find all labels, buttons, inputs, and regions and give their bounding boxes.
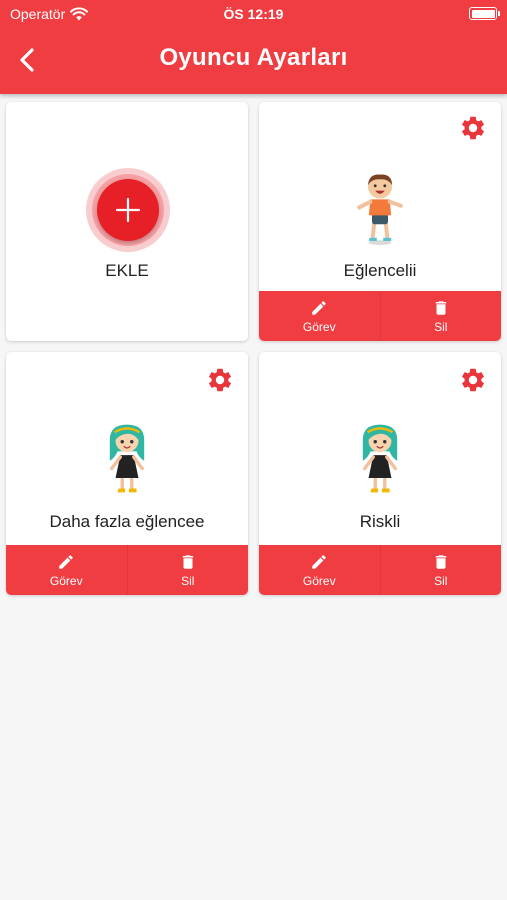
task-label: Görev xyxy=(302,573,336,588)
delete-button[interactable]: Sil xyxy=(379,291,502,341)
player-card: Daha fazla eğlencee Görev Sil xyxy=(6,352,248,595)
girl-avatar xyxy=(362,424,398,493)
task-button[interactable]: Görev xyxy=(6,545,127,595)
status-bar: Operatör ÖS 12:19 xyxy=(0,0,507,28)
player-name: Riskli xyxy=(359,512,401,531)
battery-icon xyxy=(469,7,500,20)
add-label: EKLE xyxy=(105,261,149,280)
player-name: Daha fazla eğlencee xyxy=(49,512,205,531)
gear-icon[interactable] xyxy=(206,366,234,394)
pencil-icon xyxy=(59,554,74,569)
add-player-card[interactable]: EKLE xyxy=(6,102,248,341)
player-card: Riskli Görev Sil xyxy=(259,352,501,595)
plus-icon xyxy=(115,197,141,223)
delete-button[interactable]: Sil xyxy=(126,545,249,595)
pencil-icon xyxy=(312,554,327,569)
player-actions: Görev Sil xyxy=(6,545,248,595)
delete-label: Sil xyxy=(434,319,448,334)
player-actions: Görev Sil xyxy=(259,545,501,595)
task-button[interactable]: Görev xyxy=(259,545,380,595)
page-title: Oyuncu Ayarları xyxy=(159,44,348,71)
delete-button[interactable]: Sil xyxy=(379,545,502,595)
player-name: Eğlencelii xyxy=(343,261,417,280)
app-header: Operatör ÖS 12:19 Oyuncu Ayarları xyxy=(0,0,507,94)
status-time: ÖS 12:19 xyxy=(223,6,284,22)
task-label: Görev xyxy=(302,319,336,334)
trash-icon xyxy=(435,554,446,569)
add-player-button[interactable] xyxy=(86,168,170,252)
delete-label: Sil xyxy=(434,573,448,588)
player-actions: Görev Sil xyxy=(259,291,501,341)
gear-icon[interactable] xyxy=(459,366,487,394)
gear-icon[interactable] xyxy=(459,114,487,142)
delete-label: Sil xyxy=(181,573,195,588)
trash-icon xyxy=(182,554,193,569)
boy-avatar xyxy=(357,174,403,245)
player-card: Eğlencelii Görev Sil xyxy=(259,102,501,341)
girl-avatar xyxy=(109,424,145,493)
task-label: Görev xyxy=(49,573,83,588)
task-button[interactable]: Görev xyxy=(259,291,380,341)
pencil-icon xyxy=(312,300,327,315)
trash-icon xyxy=(435,300,446,315)
